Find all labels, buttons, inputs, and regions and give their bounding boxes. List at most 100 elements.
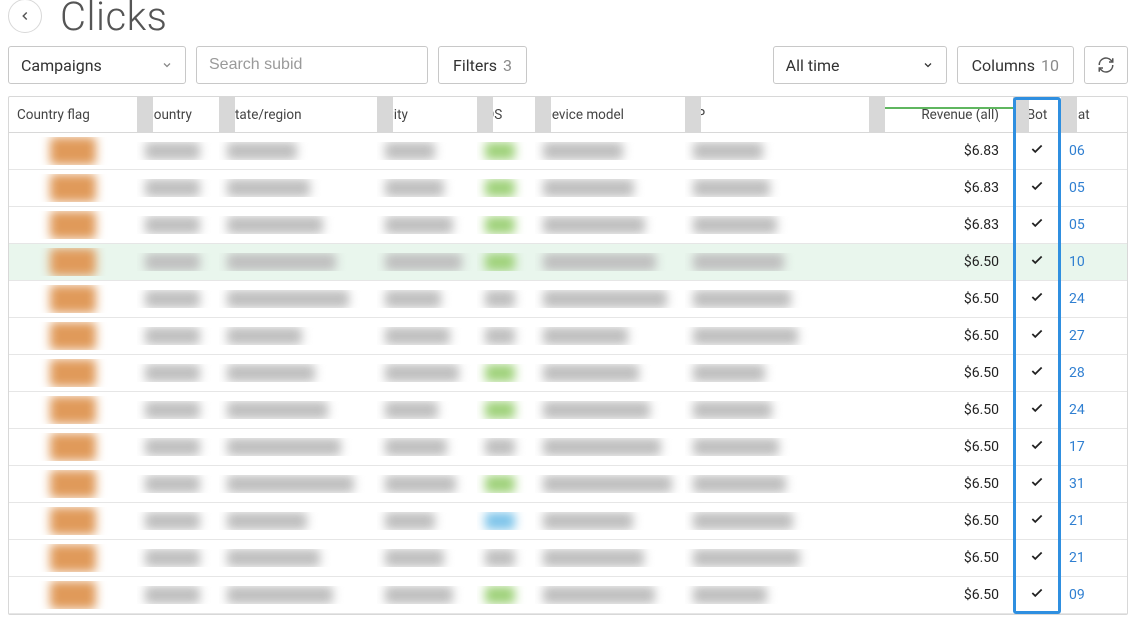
cell-date[interactable]: 21 xyxy=(1061,513,1121,529)
cell-ip xyxy=(685,512,869,530)
cell-revenue: $6.50 xyxy=(869,291,1013,307)
cell-state-region xyxy=(219,438,377,456)
cell-ip xyxy=(685,586,869,604)
chevron-down-icon xyxy=(161,56,173,75)
table-row[interactable]: $6.5017 xyxy=(9,429,1127,466)
cell-bot xyxy=(1013,438,1061,456)
check-icon xyxy=(1030,290,1044,304)
cell-device-model xyxy=(535,475,685,493)
refresh-button[interactable] xyxy=(1084,46,1128,84)
columns-count: 10 xyxy=(1041,56,1059,75)
table-row[interactable]: $6.5028 xyxy=(9,355,1127,392)
cell-country xyxy=(137,327,219,345)
cell-date[interactable]: 10 xyxy=(1061,254,1121,270)
cell-date[interactable]: 06 xyxy=(1061,143,1121,159)
cell-date[interactable]: 21 xyxy=(1061,550,1121,566)
search-subid-input[interactable] xyxy=(196,46,428,84)
cell-ip xyxy=(685,401,869,419)
cell-country-flag xyxy=(9,507,137,535)
table-row[interactable]: $6.5024 xyxy=(9,392,1127,429)
cell-bot xyxy=(1013,216,1061,234)
cell-date[interactable]: 31 xyxy=(1061,476,1121,492)
cell-device-model xyxy=(535,179,685,197)
col-country-flag[interactable]: Country flag xyxy=(9,107,137,123)
cell-date[interactable]: 28 xyxy=(1061,365,1121,381)
cell-revenue: $6.50 xyxy=(869,328,1013,344)
cell-ip xyxy=(685,179,869,197)
table-row[interactable]: $6.8305 xyxy=(9,170,1127,207)
cell-state-region xyxy=(219,216,377,234)
cell-country xyxy=(137,512,219,530)
cell-date[interactable]: 24 xyxy=(1061,291,1121,307)
cell-city xyxy=(377,253,477,271)
col-revenue-all[interactable]: Revenue (all) xyxy=(869,107,1013,123)
cell-state-region xyxy=(219,327,377,345)
cell-bot xyxy=(1013,253,1061,271)
cell-device-model xyxy=(535,364,685,382)
cell-country xyxy=(137,290,219,308)
check-icon xyxy=(1030,364,1044,378)
cell-ip xyxy=(685,438,869,456)
cell-state-region xyxy=(219,142,377,160)
check-icon xyxy=(1030,253,1044,267)
cell-revenue: $6.50 xyxy=(869,254,1013,270)
back-button[interactable] xyxy=(8,0,42,33)
cell-country xyxy=(137,475,219,493)
cell-date[interactable]: 17 xyxy=(1061,439,1121,455)
cell-city xyxy=(377,438,477,456)
col-device-model[interactable]: Device model xyxy=(535,107,685,123)
table-row[interactable]: $6.5031 xyxy=(9,466,1127,503)
table-row[interactable]: $6.50 24 xyxy=(9,281,1127,318)
cell-state-region xyxy=(219,401,377,419)
table-header: Country flag Country State/region City O… xyxy=(9,97,1127,133)
cell-country xyxy=(137,549,219,567)
cell-device-model xyxy=(535,401,685,419)
cell-os xyxy=(477,327,535,345)
table-row[interactable]: $6.5021 xyxy=(9,503,1127,540)
cell-date[interactable]: 09 xyxy=(1061,587,1121,603)
columns-button[interactable]: Columns 10 xyxy=(957,46,1074,84)
cell-os xyxy=(477,401,535,419)
cell-city xyxy=(377,586,477,604)
campaigns-select[interactable]: Campaigns xyxy=(8,46,186,84)
check-icon xyxy=(1030,475,1044,489)
check-icon xyxy=(1030,586,1044,600)
cell-date[interactable]: 27 xyxy=(1061,328,1121,344)
cell-bot xyxy=(1013,401,1061,419)
cell-ip xyxy=(685,475,869,493)
check-icon xyxy=(1030,438,1044,452)
filters-button[interactable]: Filters 3 xyxy=(438,46,527,84)
cell-country-flag xyxy=(9,359,137,387)
cell-city xyxy=(377,142,477,160)
cell-date[interactable]: 05 xyxy=(1061,217,1121,233)
cell-ip xyxy=(685,253,869,271)
table-row[interactable]: $6.8306 xyxy=(9,133,1127,170)
cell-device-model xyxy=(535,216,685,234)
cell-bot xyxy=(1013,290,1061,308)
cell-bot xyxy=(1013,512,1061,530)
filters-count: 3 xyxy=(503,56,512,75)
cell-country-flag xyxy=(9,174,137,202)
search-subid-field[interactable] xyxy=(209,56,415,74)
check-icon xyxy=(1030,401,1044,415)
cell-country-flag xyxy=(9,322,137,350)
table-row[interactable]: $6.5009 xyxy=(9,577,1127,614)
cell-city xyxy=(377,327,477,345)
table-row[interactable]: $6.8305 xyxy=(9,207,1127,244)
check-icon xyxy=(1030,142,1044,156)
cell-date[interactable]: 05 xyxy=(1061,180,1121,196)
col-ip[interactable]: IP xyxy=(685,107,869,123)
cell-date[interactable]: 24 xyxy=(1061,402,1121,418)
timerange-select[interactable]: All time xyxy=(773,46,947,84)
col-state-region[interactable]: State/region xyxy=(219,107,377,123)
table-row[interactable]: $6.50 10 xyxy=(9,244,1127,281)
cell-ip xyxy=(685,142,869,160)
table-row[interactable]: $6.5021 xyxy=(9,540,1127,577)
cell-device-model xyxy=(535,586,685,604)
check-icon xyxy=(1030,327,1044,341)
table-row[interactable]: $6.50 27 xyxy=(9,318,1127,355)
cell-state-region xyxy=(219,586,377,604)
cell-ip xyxy=(685,327,869,345)
cell-os xyxy=(477,512,535,530)
check-icon xyxy=(1030,549,1044,563)
